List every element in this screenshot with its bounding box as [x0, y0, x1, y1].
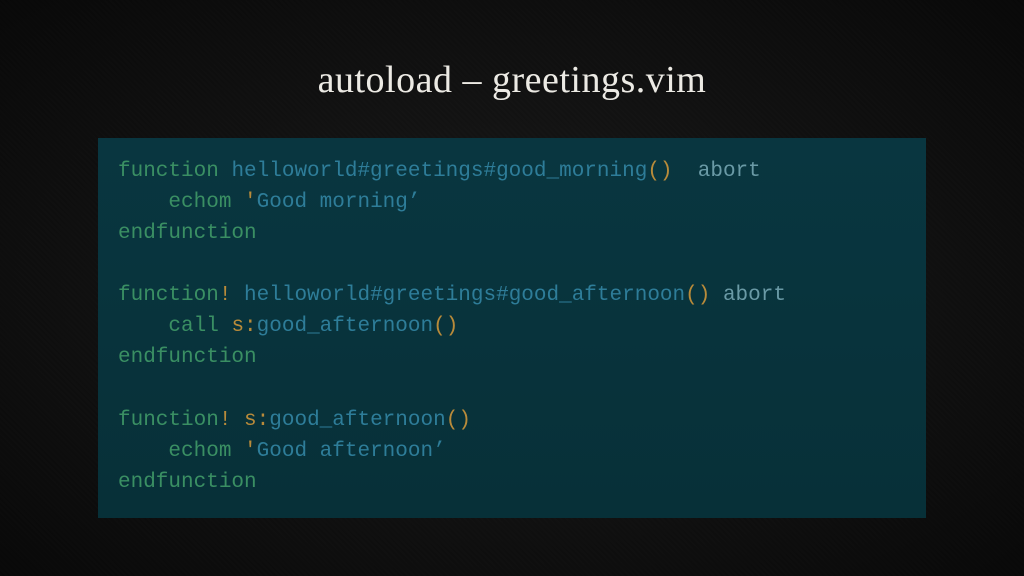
quote-open: ' [244, 191, 257, 214]
paren-open: ( [446, 409, 459, 432]
paren-open: ( [647, 160, 660, 183]
paren-open: ( [685, 284, 698, 307]
keyword-endfunction: endfunction [118, 471, 257, 494]
keyword-abort: abort [698, 160, 761, 183]
keyword-echom: echom [168, 440, 231, 463]
slide-title: autoload – greetings.vim [318, 58, 707, 102]
keyword-function: function [118, 284, 219, 307]
quote-close: ’ [433, 440, 446, 463]
scope-prefix: s: [244, 409, 269, 432]
scope-prefix: s: [231, 315, 256, 338]
bang: ! [219, 409, 232, 432]
string-literal: Good morning [257, 191, 408, 214]
keyword-abort: abort [723, 284, 786, 307]
paren-close: ) [660, 160, 673, 183]
slide: autoload – greetings.vim function hellow… [0, 0, 1024, 576]
code-line-10: echom 'Good afternoon’ [118, 440, 446, 463]
string-literal: Good afternoon [257, 440, 433, 463]
paren-close: ) [698, 284, 711, 307]
keyword-endfunction: endfunction [118, 346, 257, 369]
code-block: function helloworld#greetings#good_morni… [98, 138, 926, 518]
keyword-call: call [168, 315, 218, 338]
keyword-endfunction: endfunction [118, 222, 257, 245]
quote-open: ' [244, 440, 257, 463]
code-line-1: function helloworld#greetings#good_morni… [118, 160, 761, 183]
keyword-echom: echom [168, 191, 231, 214]
code-line-5: function! helloworld#greetings#good_afte… [118, 284, 786, 307]
paren-open: ( [433, 315, 446, 338]
quote-close: ’ [408, 191, 421, 214]
paren-close: ) [446, 315, 459, 338]
keyword-function: function [118, 160, 219, 183]
func-name: good_afternoon [269, 409, 445, 432]
code-line-3: endfunction [118, 222, 257, 245]
paren-close: ) [458, 409, 471, 432]
func-name: good_afternoon [257, 315, 433, 338]
keyword-function: function [118, 409, 219, 432]
func-name: helloworld#greetings#good_morning [231, 160, 647, 183]
code-line-9: function! s:good_afternoon() [118, 409, 471, 432]
code-line-7: endfunction [118, 346, 257, 369]
func-name: helloworld#greetings#good_afternoon [244, 284, 685, 307]
bang: ! [219, 284, 232, 307]
code-line-2: echom 'Good morning’ [118, 191, 421, 214]
code-line-11: endfunction [118, 471, 257, 494]
code-line-6: call s:good_afternoon() [118, 315, 458, 338]
